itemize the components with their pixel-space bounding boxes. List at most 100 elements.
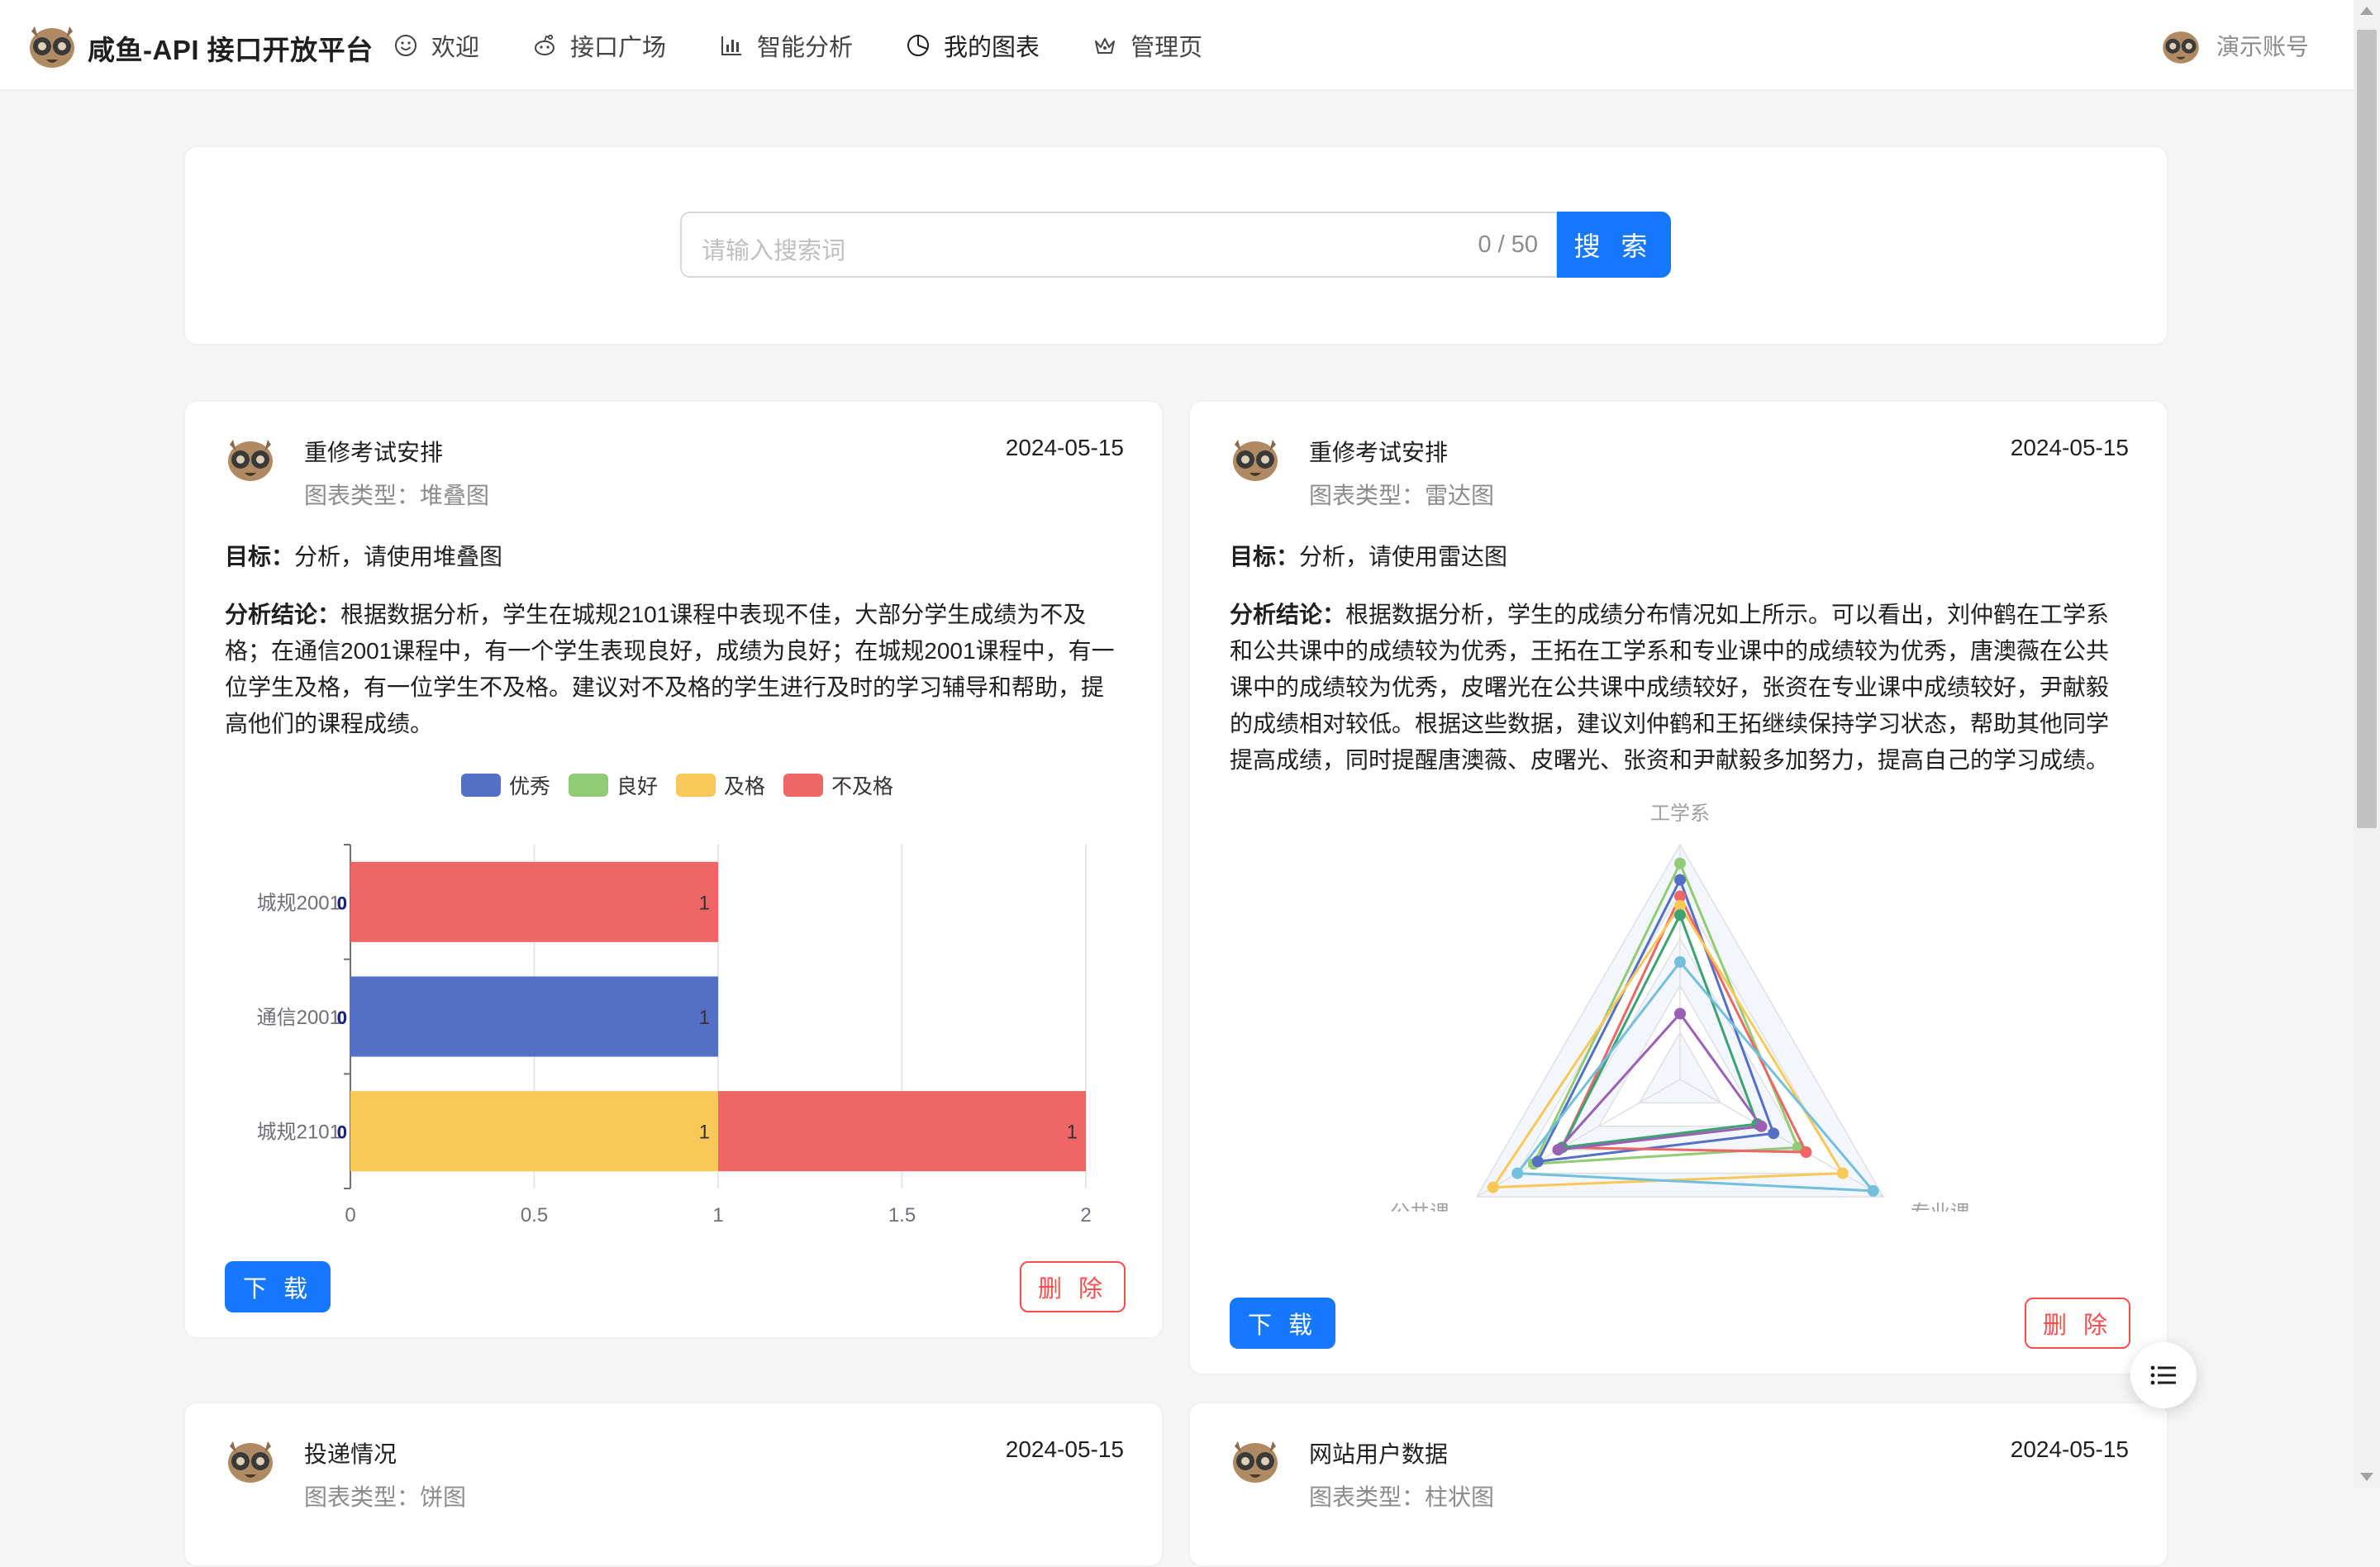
radar-point[interactable] [1867, 1184, 1879, 1197]
radar-point[interactable] [1755, 1120, 1768, 1132]
chart-goal: 目标：分析，请使用雷达图 [1230, 539, 1507, 572]
radar-chart: 工学系专业课 公共课 [1390, 803, 1970, 1212]
conclusion-text: 根据数据分析，学生的成绩分布情况如上所示。可以看出，刘仲鹤在工学系和公共课中的成… [1230, 602, 2110, 773]
bar-segment[interactable] [718, 1091, 1086, 1172]
scroll-down-arrow-icon[interactable] [2360, 1473, 2373, 1481]
chart-conclusion: 分析结论：根据数据分析，学生在城规2101课程中表现不佳，大部分学生成绩为不及格… [225, 597, 1122, 742]
legend-label: 良好 [616, 775, 659, 798]
download-button[interactable]: 下 载 [1230, 1298, 1335, 1349]
x-tick-label: 2 [1080, 1204, 1091, 1226]
nav-api-square-label: 接口广场 [570, 35, 667, 61]
legend-item[interactable]: 及格 [676, 770, 765, 800]
goal-label: 目标： [225, 544, 295, 569]
bar-value-label: 1 [699, 1007, 710, 1029]
chart-conclusion: 分析结论：根据数据分析，学生的成绩分布情况如上所示。可以看出，刘仲鹤在工学系和公… [1230, 597, 2127, 779]
chart-date: 2024-05-15 [2010, 435, 2129, 460]
chart-legend[interactable]: 优秀 良好 及格 不及格 [461, 770, 912, 800]
nav-smart-analysis[interactable]: 智能分析 [719, 0, 853, 91]
search-placeholder: 请输入搜索词 [702, 238, 846, 264]
radar-point[interactable] [1836, 1167, 1849, 1179]
reddit-icon [535, 34, 555, 55]
delete-button[interactable]: 删 除 [2025, 1298, 2130, 1349]
crown-icon [1095, 38, 1116, 54]
radar-point[interactable] [1768, 1127, 1780, 1140]
download-button[interactable]: 下 载 [225, 1261, 331, 1312]
chart-card: 重修考试安排 图表类型：堆叠图 2024-05-15 目标：分析，请使用堆叠图 … [183, 400, 1164, 1339]
radar-point[interactable] [1674, 857, 1686, 869]
legend-swatch [783, 774, 824, 797]
scrollbar-thumb[interactable] [2357, 30, 2377, 828]
y-category-label: 通信2001 [257, 1007, 340, 1029]
account-name: 演示账号 [2216, 34, 2310, 60]
chart-title: 重修考试安排 [304, 440, 444, 465]
x-tick-label: 0.5 [521, 1204, 548, 1226]
main-nav: 欢迎 接口广场 智能分析 我的图表 管理页 [393, 0, 1255, 91]
radar-point[interactable] [1674, 956, 1686, 968]
brand-title[interactable]: 咸鱼-API 接口开放平台 [88, 28, 374, 68]
nav-api-square[interactable]: 接口广场 [532, 0, 666, 91]
bar-segment[interactable] [350, 1091, 718, 1172]
avatar [1233, 1441, 1278, 1483]
goal-text: 分析，请使用堆叠图 [294, 544, 503, 569]
legend-item[interactable]: 不及格 [783, 770, 893, 800]
float-menu-button[interactable] [2130, 1342, 2197, 1408]
radar-point[interactable] [1511, 1167, 1524, 1179]
nav-my-charts-label: 我的图表 [944, 35, 1040, 61]
conclusion-text: 根据数据分析，学生在城规2101课程中表现不佳，大部分学生成绩为不及格；在通信2… [225, 602, 1115, 736]
stacked-bar-chart: 0 0.5 1 1.5 2城规210100 1 1通信2001 1000城规2001000 1 [257, 844, 1092, 1226]
radar-point[interactable] [1674, 874, 1686, 886]
chart-title: 投递情况 [304, 1441, 397, 1467]
chart-card: 投递情况 图表类型：饼图 2024-05-15 [183, 1402, 1164, 1567]
x-tick-label: 1.5 [888, 1204, 916, 1226]
chart-card: 重修考试安排 图表类型：雷达图 2024-05-15 目标：分析，请使用雷达图 … [1188, 400, 2168, 1375]
search-input[interactable]: 请输入搜索词 0 / 50 [680, 212, 1558, 278]
goal-text: 分析，请使用雷达图 [1299, 544, 1508, 569]
nav-admin-label: 管理页 [1130, 35, 1203, 61]
y-category-label: 城规2101 [257, 1122, 340, 1144]
zero-value-label: 0 [337, 1007, 347, 1028]
bar-segment[interactable] [350, 861, 718, 942]
scroll-up-arrow-icon[interactable] [2360, 7, 2373, 15]
goal-label: 目标： [1230, 544, 1300, 569]
chart-title: 网站用户数据 [1309, 1441, 1449, 1467]
bar-segment[interactable] [350, 976, 718, 1057]
pie-chart-icon [907, 35, 930, 56]
owl-logo-icon[interactable] [26, 20, 78, 71]
radar-point[interactable] [1487, 1181, 1499, 1193]
legend-label: 及格 [724, 775, 766, 798]
radar-point[interactable] [1531, 1155, 1544, 1168]
conclusion-label: 分析结论： [1230, 602, 1346, 627]
zero-value-label: 0 [337, 893, 347, 913]
chart-type: 图表类型：饼图 [304, 1484, 467, 1510]
chart-date: 2024-05-15 [1005, 1436, 1124, 1462]
radar-point[interactable] [1674, 1007, 1686, 1020]
avatar [2163, 31, 2199, 64]
legend-item[interactable]: 优秀 [461, 770, 550, 800]
radar-point[interactable] [1674, 909, 1686, 922]
radar-indicator-label: 工学系 [1650, 803, 1710, 825]
bar-value-label: 1 [699, 1122, 710, 1144]
bar-chart-icon [721, 36, 742, 55]
radar-point[interactable] [1800, 1146, 1812, 1159]
top-header: 咸鱼-API 接口开放平台 欢迎 接口广场 智能分析 我的图表 管理页 演示账号 [0, 0, 2354, 91]
nav-welcome[interactable]: 欢迎 [393, 0, 479, 91]
legend-item[interactable]: 良好 [569, 770, 658, 800]
chart-card: 网站用户数据 图表类型：柱状图 2024-05-15 [1188, 1402, 2168, 1567]
legend-swatch [461, 774, 501, 797]
chart-type: 图表类型：堆叠图 [304, 483, 490, 508]
y-category-label: 城规2001 [257, 892, 340, 914]
x-tick-label: 0 [345, 1204, 355, 1226]
delete-button[interactable]: 删 除 [1020, 1261, 1126, 1312]
radar-indicator-label: 专业课 [1911, 1202, 1970, 1212]
account-menu[interactable]: 演示账号 [2160, 25, 2309, 66]
bar-value-label: 1 [699, 892, 710, 914]
x-tick-label: 1 [712, 1204, 723, 1226]
chart-goal: 目标：分析，请使用堆叠图 [225, 539, 502, 572]
nav-my-charts[interactable]: 我的图表 [906, 0, 1040, 91]
nav-admin[interactable]: 管理页 [1092, 0, 1202, 91]
chart-type: 图表类型：柱状图 [1309, 1484, 1495, 1510]
avatar [228, 1441, 273, 1483]
radar-point[interactable] [1552, 1144, 1564, 1156]
legend-swatch [569, 774, 609, 797]
search-button[interactable]: 搜 索 [1557, 212, 1671, 278]
